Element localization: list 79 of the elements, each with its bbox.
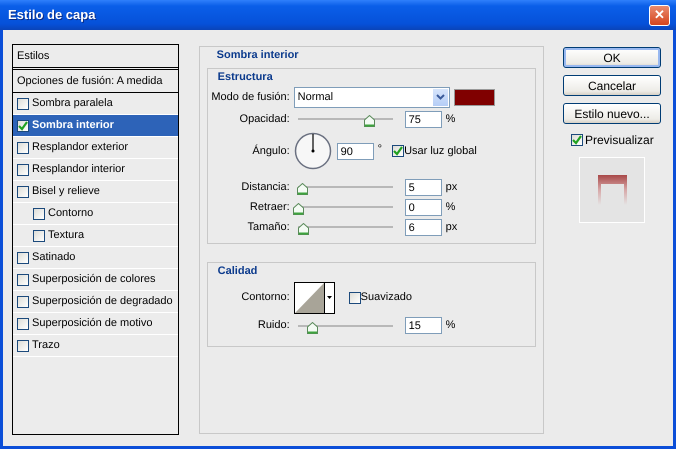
style-label: Textura: [48, 228, 84, 244]
checkbox[interactable]: [33, 230, 45, 242]
style-item[interactable]: Resplandor interior: [13, 159, 178, 181]
slider-thumb[interactable]: [364, 113, 375, 125]
style-item[interactable]: Sombra interior: [13, 115, 178, 137]
style-label: Contorno: [48, 206, 94, 222]
checkbox[interactable]: [17, 142, 29, 154]
style-label: Satinado: [32, 250, 76, 266]
color-swatch[interactable]: [454, 88, 495, 106]
angle-dial[interactable]: [294, 132, 332, 170]
style-item[interactable]: Superposición de motivo: [13, 313, 178, 335]
field-label: Retraer:: [248, 200, 291, 215]
checkbox-label: Usar luz global: [404, 144, 477, 159]
style-label: Resplandor interior: [32, 162, 125, 178]
style-label: Superposición de motivo: [32, 316, 152, 332]
style-item[interactable]: Resplandor exterior: [13, 137, 178, 159]
dropdown-value: Normal: [298, 90, 334, 105]
unit-label: %: [446, 112, 456, 127]
field-label: Opacidad:: [238, 112, 291, 127]
checkbox[interactable]: [33, 208, 45, 220]
field-label: Distancia:: [240, 180, 291, 195]
style-item[interactable]: Trazo: [13, 335, 178, 357]
chevron-icon: [432, 88, 449, 106]
preview-swatch: [579, 157, 645, 223]
slider-thumb[interactable]: [298, 221, 310, 233]
checkbox[interactable]: [17, 164, 29, 176]
unit-label: px: [446, 180, 458, 195]
checkbox[interactable]: [348, 292, 361, 304]
blend-options-item[interactable]: Opciones de fusión: A medida: [13, 70, 178, 93]
style-label: Superposición de colores: [32, 272, 156, 288]
field-label: Contorno:: [240, 290, 291, 306]
checkbox[interactable]: [571, 134, 583, 146]
style-item[interactable]: Bisel y relieve: [13, 181, 178, 203]
checkbox[interactable]: [392, 145, 404, 157]
style-item[interactable]: Contorno: [13, 203, 178, 225]
style-item[interactable]: Superposición de degradado: [13, 291, 178, 313]
field-label: Ángulo:: [251, 144, 291, 159]
checkbox[interactable]: [17, 186, 29, 198]
style-item[interactable]: Satinado: [13, 247, 178, 269]
value-field[interactable]: 6: [404, 218, 442, 236]
window-title: Estilo de capa: [8, 6, 96, 24]
style-label: Bisel y relieve: [32, 184, 100, 200]
value-field[interactable]: 5: [404, 178, 442, 196]
value-field[interactable]: 90: [336, 142, 374, 160]
style-item[interactable]: Superposición de colores: [13, 269, 178, 291]
dialog-button[interactable]: Cancelar: [563, 75, 661, 96]
unit-label: px: [446, 220, 458, 235]
field-label: Tamaño:: [246, 220, 291, 235]
checkbox[interactable]: [17, 318, 29, 330]
style-label: Sombra interior: [32, 118, 114, 134]
style-label: Trazo: [32, 338, 60, 354]
slider-thumb[interactable]: [297, 181, 308, 193]
checkbox[interactable]: [17, 98, 29, 110]
dialog-button[interactable]: Estilo nuevo...: [563, 103, 661, 124]
unit-label: %: [446, 200, 456, 215]
slider-thumb[interactable]: [292, 201, 304, 213]
slider-thumb[interactable]: [306, 320, 318, 332]
style-label: Resplandor exterior: [32, 140, 128, 156]
unit-label: °: [378, 142, 382, 157]
field-label: Modo de fusión:: [210, 90, 291, 105]
style-label: Sombra paralela: [32, 96, 113, 112]
contour-picker[interactable]: [294, 282, 335, 314]
checkbox[interactable]: [17, 296, 29, 308]
checkbox-label: Previsualizar: [585, 132, 654, 149]
field-label: Ruido:: [256, 318, 291, 334]
style-label: Superposición de degradado: [32, 294, 173, 310]
checkbox[interactable]: [17, 252, 29, 264]
checkbox[interactable]: [17, 274, 29, 286]
checkbox[interactable]: [17, 120, 29, 132]
checkbox-label: Suavizado: [360, 290, 412, 306]
value-field[interactable]: 75: [404, 110, 442, 128]
list-header: Estilos: [17, 48, 50, 64]
value-field[interactable]: 15: [404, 317, 442, 334]
value-field[interactable]: 0: [404, 198, 442, 216]
unit-label: %: [446, 318, 456, 334]
blend-mode-dropdown[interactable]: Normal: [294, 86, 450, 108]
dialog-button[interactable]: OK: [563, 47, 661, 68]
style-item[interactable]: Textura: [13, 225, 178, 247]
checkbox[interactable]: [17, 340, 29, 352]
